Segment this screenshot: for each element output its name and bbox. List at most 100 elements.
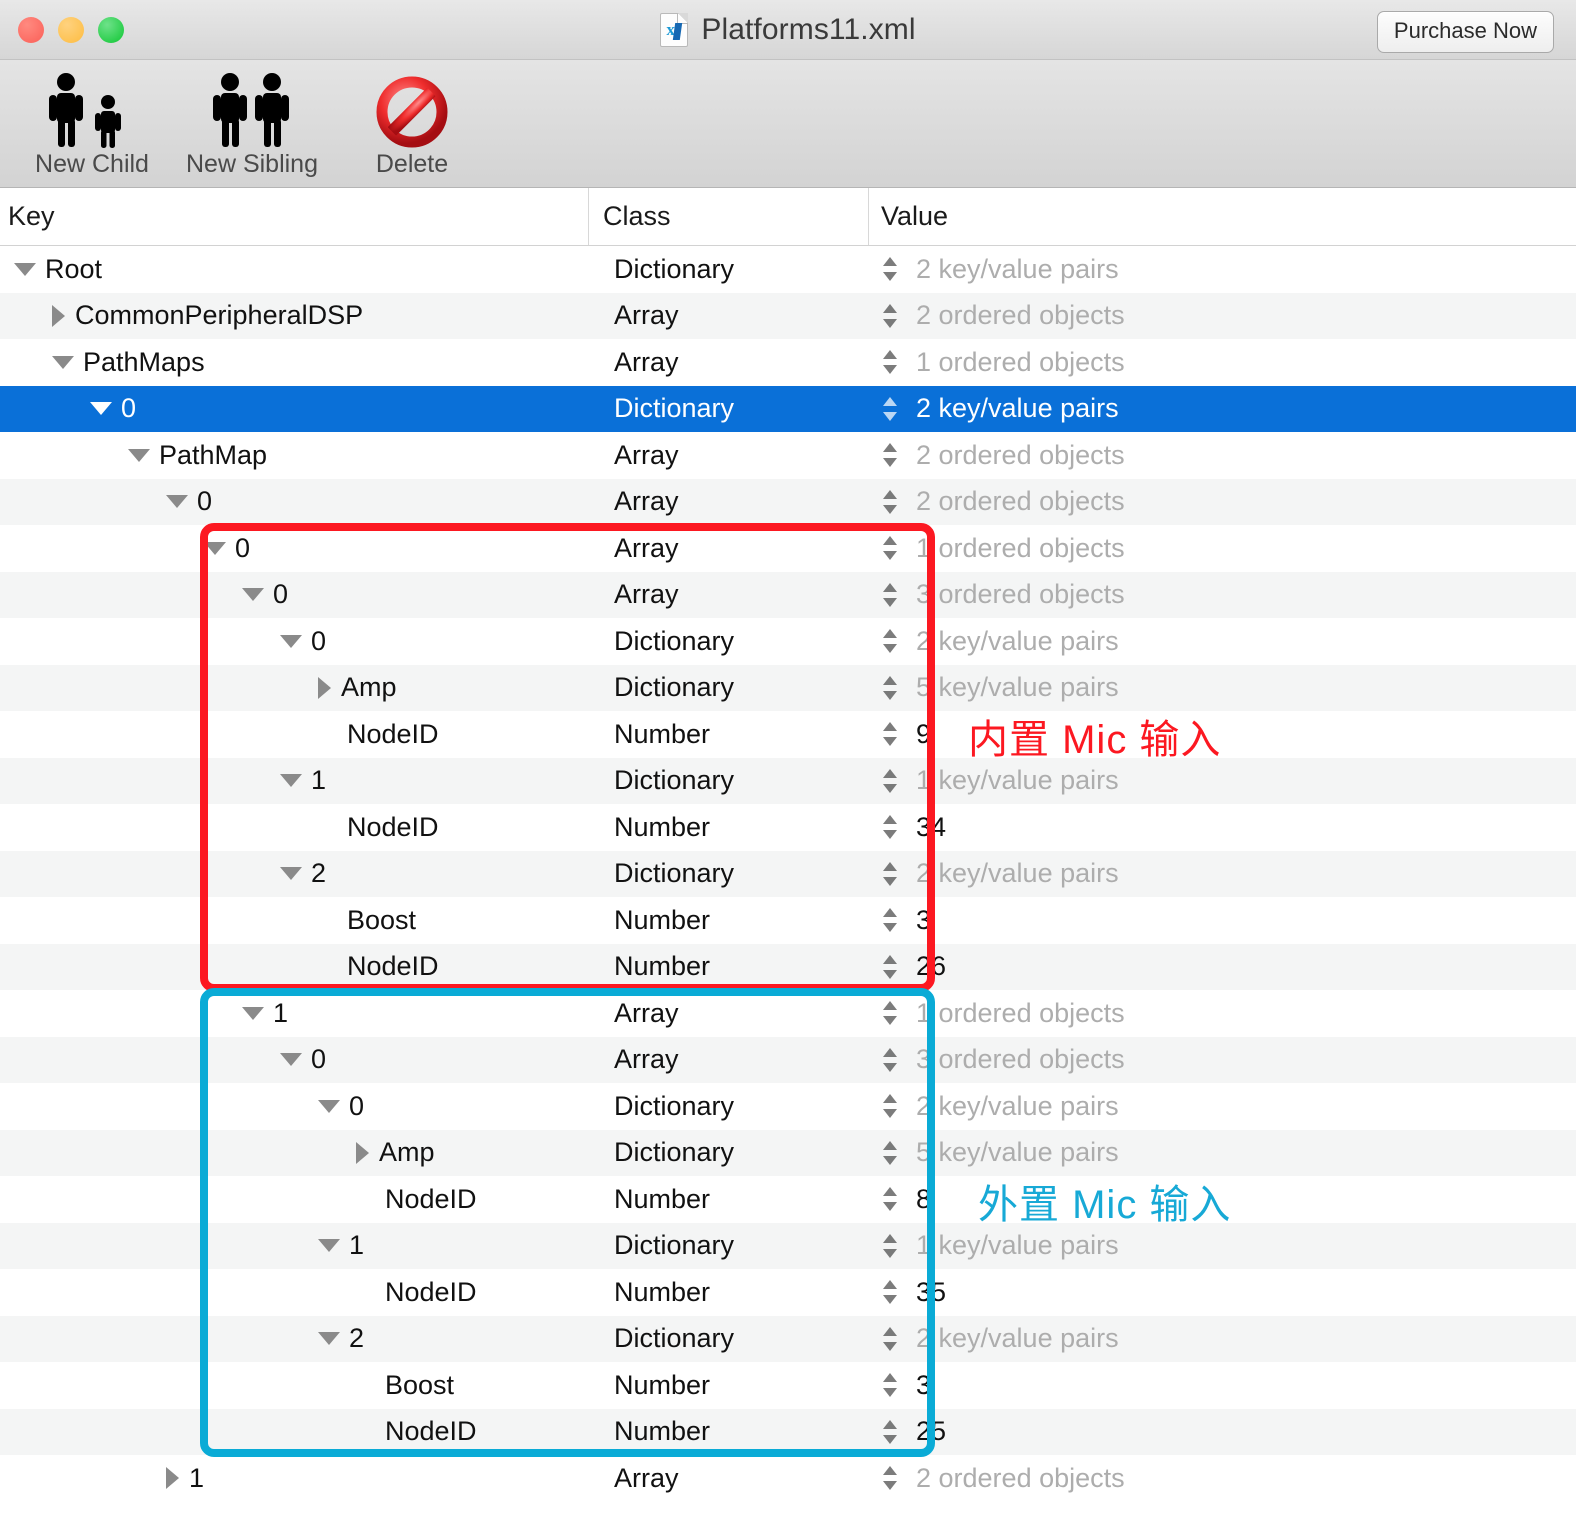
value-stepper[interactable]: [880, 1277, 902, 1307]
table-row[interactable]: PathMap Array 2 ordered objects: [0, 432, 1576, 479]
row-key-cell: NodeID: [0, 1416, 588, 1447]
value-stepper[interactable]: [880, 719, 902, 749]
value-stepper[interactable]: [880, 1417, 902, 1447]
table-row[interactable]: Root Dictionary 2 key/value pairs: [0, 246, 1576, 293]
disclosure-triangle-closed[interactable]: [166, 1467, 179, 1490]
table-row[interactable]: NodeID Number 34: [0, 804, 1576, 851]
table-row[interactable]: NodeID Number 9: [0, 711, 1576, 758]
value-stepper[interactable]: [880, 626, 902, 656]
value-stepper[interactable]: [880, 580, 902, 610]
table-row[interactable]: 0 Dictionary 2 key/value pairs: [0, 385, 1576, 432]
value-stepper[interactable]: [880, 1231, 902, 1261]
disclosure-triangle-open[interactable]: [52, 355, 74, 369]
table-row[interactable]: 0 Array 3 ordered objects: [0, 571, 1576, 618]
value-stepper[interactable]: [880, 952, 902, 982]
disclosure-triangle-open[interactable]: [318, 1099, 340, 1113]
disclosure-triangle-open[interactable]: [280, 1053, 302, 1067]
table-row[interactable]: NodeID Number 25: [0, 1408, 1576, 1455]
value-stepper[interactable]: [880, 1370, 902, 1400]
table-row[interactable]: 0 Dictionary 2 key/value pairs: [0, 618, 1576, 665]
row-value-cell: 2 ordered objects: [868, 440, 1576, 471]
table-row[interactable]: PathMaps Array 1 ordered objects: [0, 339, 1576, 386]
table-row[interactable]: 0 Array 1 ordered objects: [0, 525, 1576, 572]
value-stepper[interactable]: [880, 487, 902, 517]
zoom-button[interactable]: [98, 16, 124, 43]
new-sibling-button[interactable]: New Sibling: [172, 60, 332, 179]
toolbar: New Child New Sibling Delete: [0, 60, 1576, 188]
column-header-key[interactable]: Key: [0, 188, 588, 245]
row-value-cell: 35: [868, 1277, 1576, 1308]
table-row[interactable]: 1 Array 1 ordered objects: [0, 990, 1576, 1037]
value-stepper[interactable]: [880, 1045, 902, 1075]
table-row[interactable]: NodeID Number 8: [0, 1176, 1576, 1223]
row-value-label: 3: [916, 1369, 932, 1400]
value-stepper[interactable]: [880, 1463, 902, 1493]
disclosure-triangle-closed[interactable]: [318, 676, 331, 699]
table-row[interactable]: Amp Dictionary 5 key/value pairs: [0, 1129, 1576, 1176]
value-stepper[interactable]: [880, 347, 902, 377]
close-button[interactable]: [18, 16, 44, 43]
value-stepper[interactable]: [880, 859, 902, 889]
table-row[interactable]: 0 Array 2 ordered objects: [0, 478, 1576, 525]
value-stepper[interactable]: [880, 1184, 902, 1214]
value-stepper[interactable]: [880, 533, 902, 563]
value-stepper[interactable]: [880, 440, 902, 470]
disclosure-triangle-open[interactable]: [242, 588, 264, 602]
value-stepper[interactable]: [880, 1138, 902, 1168]
table-row[interactable]: 1 Array 2 ordered objects: [0, 1455, 1576, 1502]
row-value-cell: 3: [868, 905, 1576, 936]
disclosure-triangle-closed[interactable]: [52, 304, 65, 327]
value-stepper[interactable]: [880, 766, 902, 796]
table-row[interactable]: NodeID Number 26: [0, 943, 1576, 990]
value-stepper[interactable]: [880, 1324, 902, 1354]
table-row[interactable]: Boost Number 3: [0, 897, 1576, 944]
table-row[interactable]: 2 Dictionary 2 key/value pairs: [0, 850, 1576, 897]
disclosure-spacer: [318, 966, 338, 967]
purchase-now-button[interactable]: Purchase Now: [1376, 11, 1554, 53]
row-value-cell: 2 key/value pairs: [868, 858, 1576, 889]
value-stepper[interactable]: [880, 998, 902, 1028]
disclosure-triangle-open[interactable]: [280, 634, 302, 648]
table-row[interactable]: 1 Dictionary 1 key/value pairs: [0, 757, 1576, 804]
delete-button[interactable]: Delete: [332, 60, 492, 179]
row-class-label: Array: [614, 997, 679, 1028]
disclosure-triangle-open[interactable]: [14, 262, 36, 276]
new-child-button[interactable]: New Child: [12, 60, 172, 179]
column-header-value[interactable]: Value: [868, 188, 1576, 245]
disclosure-triangle-open[interactable]: [318, 1332, 340, 1346]
disclosure-triangle-open[interactable]: [128, 448, 150, 462]
disclosure-triangle-open[interactable]: [242, 1006, 264, 1020]
disclosure-triangle-closed[interactable]: [356, 1141, 369, 1164]
disclosure-triangle-open[interactable]: [280, 867, 302, 881]
value-stepper[interactable]: [880, 812, 902, 842]
disclosure-triangle-open[interactable]: [318, 1239, 340, 1253]
table-row[interactable]: 1 Dictionary 1 key/value pairs: [0, 1222, 1576, 1269]
column-header-class[interactable]: Class: [588, 188, 868, 245]
table-row[interactable]: NodeID Number 35: [0, 1269, 1576, 1316]
row-key-label: 0: [197, 486, 213, 517]
disclosure-triangle-open[interactable]: [166, 495, 188, 509]
table-row[interactable]: 2 Dictionary 2 key/value pairs: [0, 1315, 1576, 1362]
disclosure-triangle-open[interactable]: [204, 541, 226, 555]
row-value-cell: 9: [868, 719, 1576, 750]
row-key-cell: 0: [0, 1044, 588, 1075]
row-key-label: 2: [311, 858, 327, 889]
table-row[interactable]: Amp Dictionary 5 key/value pairs: [0, 664, 1576, 711]
value-stepper[interactable]: [880, 394, 902, 424]
row-value-cell: 1 key/value pairs: [868, 1230, 1576, 1261]
row-value-label: 3 ordered objects: [916, 1044, 1125, 1075]
disclosure-spacer: [356, 1431, 376, 1432]
minimize-button[interactable]: [58, 16, 84, 43]
value-stepper[interactable]: [880, 905, 902, 935]
table-row[interactable]: CommonPeripheralDSP Array 2 ordered object…: [0, 292, 1576, 339]
row-class-label: Dictionary: [614, 1090, 735, 1121]
value-stepper[interactable]: [880, 1091, 902, 1121]
value-stepper[interactable]: [880, 301, 902, 331]
value-stepper[interactable]: [880, 254, 902, 284]
disclosure-triangle-open[interactable]: [90, 402, 112, 416]
value-stepper[interactable]: [880, 673, 902, 703]
table-row[interactable]: Boost Number 3: [0, 1362, 1576, 1409]
disclosure-triangle-open[interactable]: [280, 774, 302, 788]
table-row[interactable]: 0 Array 3 ordered objects: [0, 1036, 1576, 1083]
table-row[interactable]: 0 Dictionary 2 key/value pairs: [0, 1083, 1576, 1130]
